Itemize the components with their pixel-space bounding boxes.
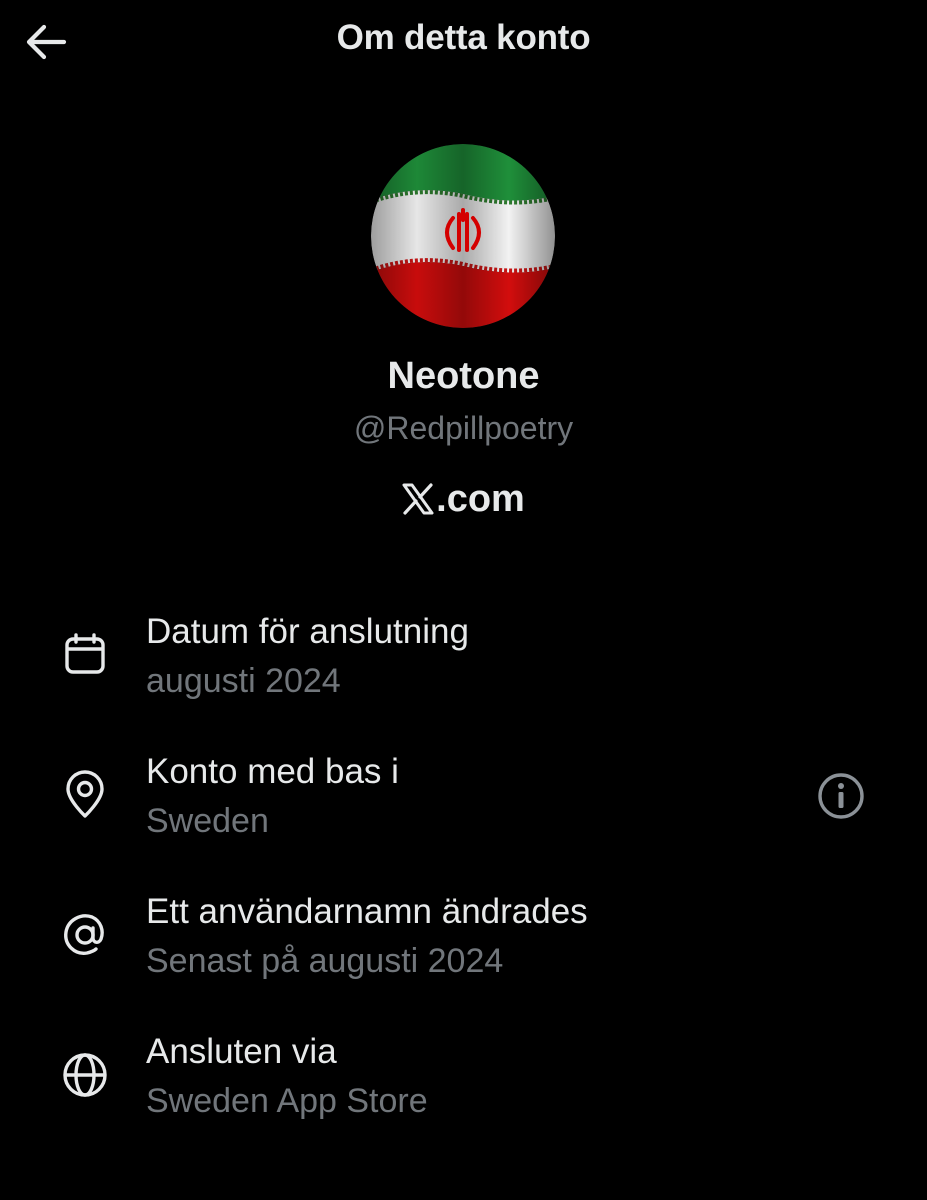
avatar[interactable] bbox=[371, 144, 555, 328]
at-sign-icon bbox=[58, 908, 112, 962]
calendar-icon bbox=[58, 628, 112, 682]
page-title: Om detta konto bbox=[336, 18, 591, 57]
platform-domain: .com bbox=[436, 478, 525, 520]
detail-title: Ett användarnamn ändrades bbox=[146, 892, 588, 931]
detail-title: Konto med bas i bbox=[146, 752, 399, 791]
detail-value: Senast på augusti 2024 bbox=[146, 942, 504, 980]
detail-joined-date: Datum för anslutning augusti 2024 bbox=[0, 600, 927, 720]
x-logo-icon bbox=[402, 483, 434, 515]
display-name: Neotone bbox=[387, 355, 540, 397]
globe-icon bbox=[58, 1048, 112, 1102]
location-pin-icon bbox=[58, 768, 112, 822]
detail-connected-via: Ansluten via Sweden App Store bbox=[0, 1020, 927, 1140]
detail-title: Ansluten via bbox=[146, 1032, 337, 1071]
detail-account-location: Konto med bas i Sweden bbox=[0, 740, 927, 860]
platform-link: .com bbox=[0, 478, 927, 521]
iran-flag-image bbox=[371, 144, 555, 328]
detail-value: Sweden App Store bbox=[146, 1082, 428, 1120]
top-bar: Om detta konto bbox=[0, 0, 927, 84]
detail-value: augusti 2024 bbox=[146, 662, 341, 700]
detail-value: Sweden bbox=[146, 802, 269, 840]
info-icon bbox=[818, 773, 864, 819]
location-info-button[interactable] bbox=[812, 767, 870, 825]
user-handle: @Redpillpoetry bbox=[353, 410, 574, 446]
detail-username-changed: Ett användarnamn ändrades Senast på augu… bbox=[0, 880, 927, 1000]
detail-title: Datum för anslutning bbox=[146, 612, 469, 651]
